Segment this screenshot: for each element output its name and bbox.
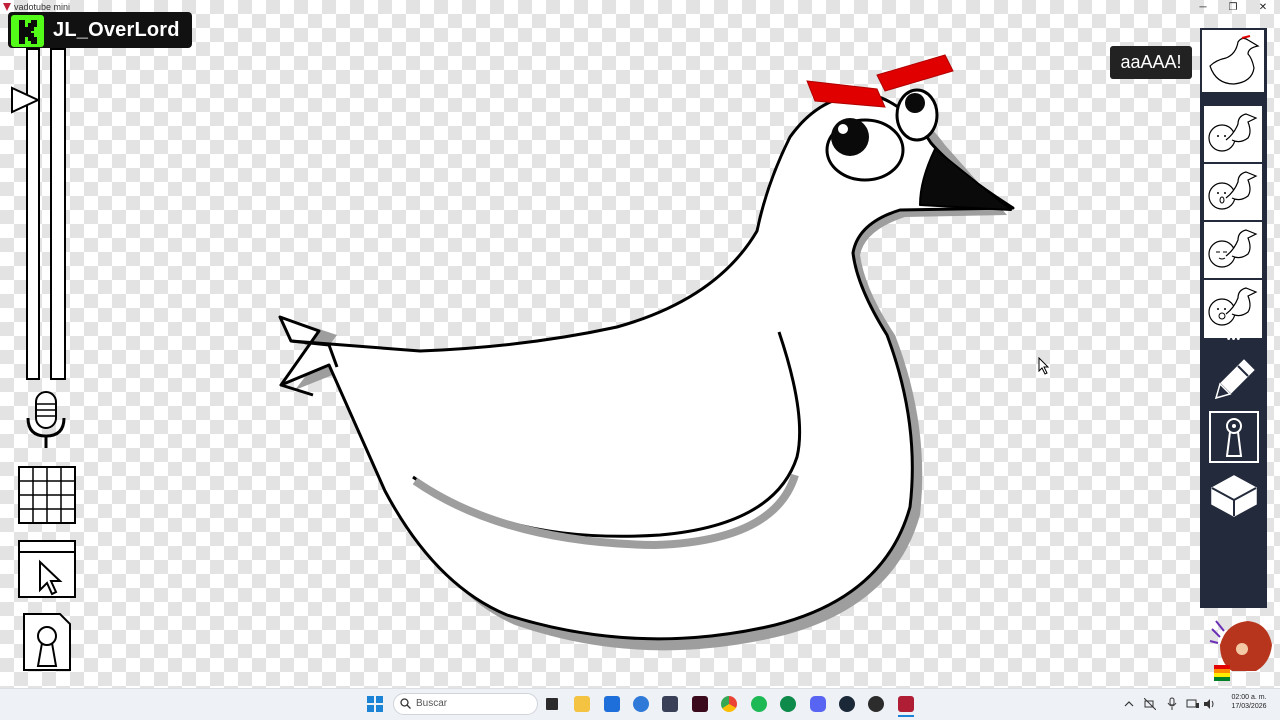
app-title: vadotube mini [14, 2, 71, 12]
clock-time: 02:00 a. m. [1231, 694, 1267, 701]
sleepy-face-icon [1208, 229, 1258, 268]
search-placeholder: Buscar [416, 698, 448, 709]
window-cursor-icon[interactable] [18, 540, 76, 598]
edge-icon[interactable] [633, 696, 649, 712]
camera-off-icon[interactable] [1144, 698, 1156, 710]
clock-date: 17/03/2026 [1231, 703, 1267, 710]
store-icon[interactable] [604, 696, 620, 712]
expression-thumb-1[interactable] [1202, 104, 1264, 166]
editor-app-icon[interactable] [692, 696, 708, 712]
close-button[interactable]: ✕ [1248, 0, 1278, 16]
pencil-icon[interactable] [1208, 354, 1260, 402]
keyhole-tool-icon[interactable] [1208, 410, 1260, 464]
sensitivity-slider[interactable] [50, 48, 66, 380]
expression-thumb-active[interactable] [1202, 30, 1264, 92]
minimize-button[interactable]: ─ [1188, 0, 1218, 16]
play-icon[interactable] [10, 86, 42, 114]
vadotube-taskbar-icon[interactable] [898, 696, 914, 712]
xbox-icon[interactable] [780, 696, 796, 712]
search-icon [400, 698, 411, 709]
network-icon[interactable] [1186, 698, 1200, 710]
active-app-indicator [898, 715, 914, 717]
volume-icon[interactable] [1203, 698, 1215, 710]
snipping-tool-icon[interactable] [662, 696, 678, 712]
chevron-up-icon[interactable] [1124, 699, 1134, 709]
duck-avatar [278, 54, 1015, 651]
kick-logo-icon [19, 20, 37, 44]
more-expressions-button[interactable]: ••• [1208, 333, 1260, 345]
cube-icon[interactable] [1208, 472, 1260, 520]
steam-icon[interactable] [839, 696, 855, 712]
taskbar-search-input[interactable] [393, 693, 538, 715]
chrome-icon[interactable] [721, 696, 737, 712]
obs-icon[interactable] [868, 696, 884, 712]
task-view-icon[interactable] [544, 696, 560, 712]
expression-thumb-2[interactable] [1202, 162, 1264, 224]
streamer-name: JL_OverLord [53, 19, 180, 41]
spotify-icon[interactable] [751, 696, 767, 712]
title-bar: vadotube mini ─ ❐ ✕ [0, 0, 1280, 16]
duck-thumbnail-icon [1209, 35, 1260, 85]
taskbar-clock[interactable]: 02:00 a. m. 17/03/2026 [1222, 693, 1276, 711]
shouting-face-icon [1208, 287, 1258, 326]
app-icon [3, 3, 11, 11]
maximize-button[interactable]: ❐ [1218, 0, 1248, 16]
speech-bubble: aaAAA! [1110, 46, 1192, 79]
expression-thumb-3[interactable] [1202, 220, 1264, 282]
kick-logo [11, 15, 44, 47]
streamer-character-sticker [1209, 620, 1272, 681]
mouse-cursor-icon [1038, 357, 1050, 375]
discord-icon[interactable] [810, 696, 826, 712]
file-explorer-icon[interactable] [574, 696, 590, 712]
neutral-face-icon [1208, 113, 1258, 152]
surprised-face-icon [1208, 171, 1258, 210]
tray-microphone-icon[interactable] [1167, 697, 1177, 711]
microphone-icon[interactable] [22, 390, 70, 452]
expression-thumb-4[interactable] [1202, 278, 1264, 340]
windows-start-icon[interactable] [367, 696, 383, 712]
keyhole-icon[interactable] [22, 612, 72, 672]
grid-icon[interactable] [18, 466, 76, 524]
